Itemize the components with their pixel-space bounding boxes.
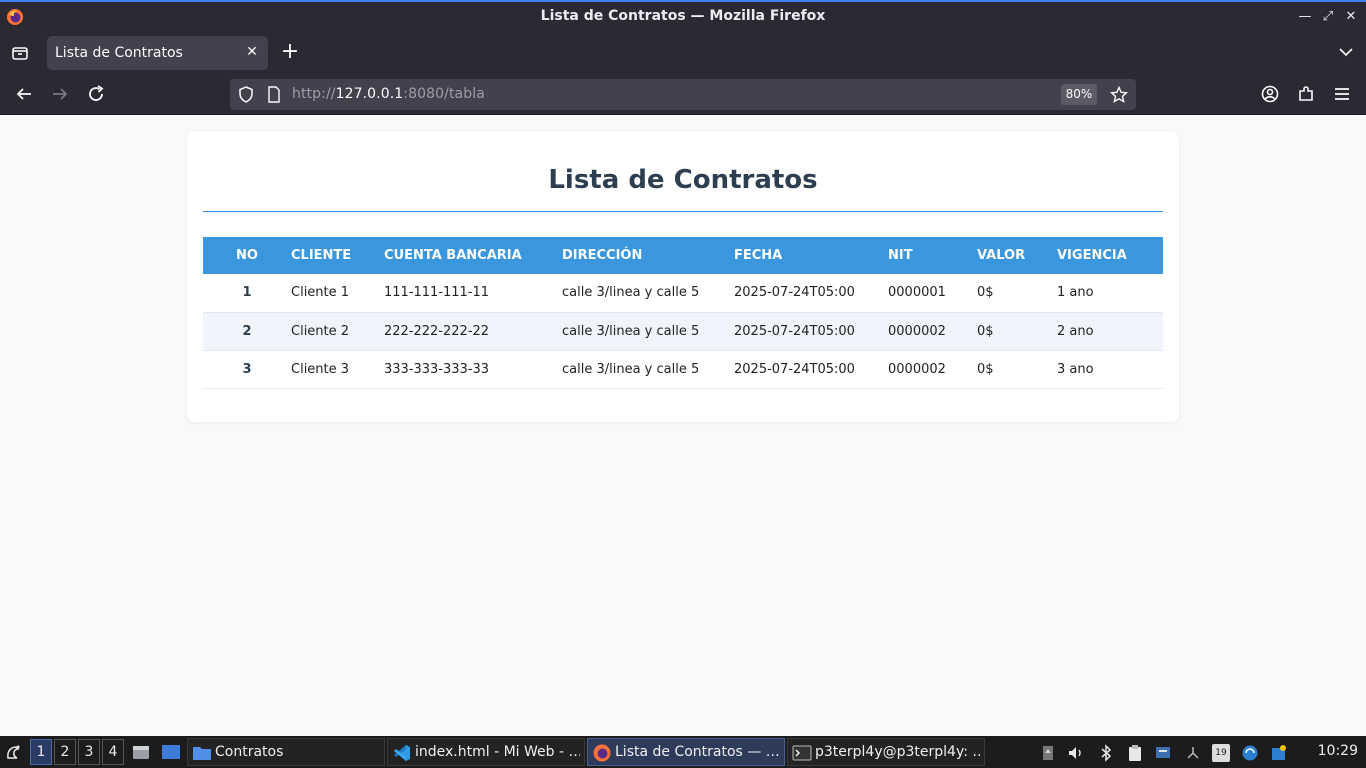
- column-header-valor: VALOR: [977, 248, 1026, 263]
- task-terminal[interactable]: p3terpl4y@p3terpl4y: …: [787, 738, 985, 766]
- cell-valor: 0$: [977, 361, 994, 377]
- cell-cuenta-bancaria: 333-333-333-33: [384, 361, 490, 377]
- cell-no: 1: [242, 285, 252, 301]
- cell-nit: 0000001: [888, 285, 946, 301]
- chevron-down-icon[interactable]: [1338, 44, 1354, 60]
- table-row: 3 Cliente 3 333-333-333-33 calle 3/linea…: [203, 350, 1163, 388]
- cell-direccion: calle 3/linea y calle 5: [562, 361, 700, 377]
- column-header-cuenta-bancaria: CUENTA BANCARIA: [384, 248, 522, 263]
- navigation-toolbar: http://127.0.0.1:8080/tabla 80%: [0, 74, 1366, 115]
- cell-nit: 0000002: [888, 361, 946, 377]
- firefox-view-icon[interactable]: [10, 43, 30, 63]
- table-header-row: NO CLIENTE CUENTA BANCARIA DIRECCIÓN FEC…: [203, 237, 1163, 274]
- file-manager-launcher-icon[interactable]: [131, 742, 151, 762]
- eject-icon[interactable]: [1039, 744, 1057, 762]
- column-header-vigencia: VIGENCIA: [1057, 248, 1127, 263]
- column-header-fecha: FECHA: [734, 248, 783, 263]
- cell-vigencia: 2 ano: [1057, 323, 1094, 339]
- url-text[interactable]: http://127.0.0.1:8080/tabla: [292, 86, 485, 102]
- column-header-direccion: DIRECCIÓN: [562, 248, 643, 263]
- forward-arrow-icon[interactable]: [50, 84, 70, 104]
- page-icon[interactable]: [267, 86, 281, 103]
- volume-icon[interactable]: [1067, 744, 1085, 762]
- desktop-icon[interactable]: [161, 742, 181, 762]
- back-arrow-icon[interactable]: [14, 84, 34, 104]
- calendar-icon[interactable]: 19: [1212, 744, 1230, 762]
- tab-lista-de-contratos[interactable]: Lista de Contratos ✕: [47, 36, 268, 70]
- column-header-cliente: CLIENTE: [291, 248, 352, 263]
- task-vscode[interactable]: index.html - Mi Web - …: [387, 738, 585, 766]
- title-divider: [203, 211, 1163, 212]
- cell-fecha: 2025-07-24T05:00: [734, 285, 855, 301]
- zoom-level-button[interactable]: 80%: [1061, 84, 1097, 105]
- cell-cliente: Cliente 3: [291, 361, 350, 377]
- workspace-4[interactable]: 4: [102, 739, 124, 765]
- updates-available-icon[interactable]: [1270, 744, 1288, 762]
- notification-icon[interactable]: [1154, 744, 1172, 762]
- task-label: p3terpl4y@p3terpl4y: …: [815, 744, 980, 760]
- update-icon[interactable]: [1241, 744, 1259, 762]
- cell-cliente: Cliente 1: [291, 285, 350, 301]
- firefox-icon: [593, 744, 611, 762]
- cell-cuenta-bancaria: 111-111-111-11: [384, 285, 490, 301]
- app-launcher-icon[interactable]: [4, 742, 24, 762]
- url-path: :8080/tabla: [403, 86, 485, 102]
- tab-strip: Lista de Contratos ✕ +: [0, 32, 1366, 74]
- window-title: Lista de Contratos — Mozilla Firefox: [540, 8, 826, 24]
- menu-hamburger-icon[interactable]: [1332, 84, 1352, 104]
- task-contratos[interactable]: Contratos: [187, 738, 385, 766]
- network-icon[interactable]: [1184, 744, 1202, 762]
- contracts-card: Lista de Contratos NO CLIENTE CUENTA BAN…: [187, 131, 1179, 422]
- cell-direccion: calle 3/linea y calle 5: [562, 285, 700, 301]
- task-label: index.html - Mi Web - …: [415, 744, 580, 760]
- reload-icon[interactable]: [86, 84, 106, 104]
- cell-direccion: calle 3/linea y calle 5: [562, 323, 700, 339]
- page-content: Lista de Contratos NO CLIENTE CUENTA BAN…: [0, 116, 1366, 736]
- cell-fecha: 2025-07-24T05:00: [734, 323, 855, 339]
- extensions-icon[interactable]: [1296, 84, 1316, 104]
- task-label: Contratos: [215, 744, 284, 760]
- task-firefox[interactable]: Lista de Contratos — …: [587, 738, 785, 766]
- account-icon[interactable]: [1260, 84, 1280, 104]
- cell-vigencia: 3 ano: [1057, 361, 1094, 377]
- bluetooth-icon[interactable]: [1097, 744, 1115, 762]
- cell-cuenta-bancaria: 222-222-222-22: [384, 323, 490, 339]
- cell-no: 3: [242, 361, 252, 377]
- tab-label: Lista de Contratos: [55, 45, 183, 61]
- url-host: 127.0.0.1: [335, 86, 404, 102]
- cell-nit: 0000002: [888, 323, 946, 339]
- vscode-icon: [394, 745, 410, 761]
- address-bar[interactable]: http://127.0.0.1:8080/tabla 80%: [230, 79, 1136, 110]
- new-tab-button[interactable]: +: [279, 41, 301, 63]
- workspace-2[interactable]: 2: [54, 739, 76, 765]
- close-window-icon[interactable]: ✕: [1343, 9, 1359, 25]
- minimize-icon[interactable]: —: [1297, 9, 1313, 25]
- table-row: 1 Cliente 1 111-111-111-11 calle 3/linea…: [203, 274, 1163, 312]
- page-title: Lista de Contratos: [548, 165, 818, 195]
- table-row: 2 Cliente 2 222-222-222-22 calle 3/linea…: [203, 312, 1163, 350]
- cell-vigencia: 1 ano: [1057, 285, 1094, 301]
- column-header-no: NO: [236, 248, 258, 263]
- cell-valor: 0$: [977, 323, 994, 339]
- url-scheme: http://: [292, 86, 336, 102]
- task-label: Lista de Contratos — …: [615, 744, 780, 760]
- clock[interactable]: 10:29: [1318, 743, 1358, 759]
- cell-valor: 0$: [977, 285, 994, 301]
- cell-cliente: Cliente 2: [291, 323, 350, 339]
- maximize-icon[interactable]: ⤢: [1320, 9, 1336, 25]
- column-header-nit: NIT: [888, 248, 913, 263]
- close-tab-icon[interactable]: ✕: [244, 44, 260, 60]
- system-taskbar: 1 2 3 4 Contratos index.html - Mi Web - …: [0, 736, 1366, 768]
- clipboard-icon[interactable]: [1126, 744, 1144, 762]
- folder-icon: [193, 747, 211, 760]
- cell-fecha: 2025-07-24T05:00: [734, 361, 855, 377]
- shield-icon[interactable]: [238, 86, 254, 103]
- workspace-1[interactable]: 1: [30, 739, 52, 765]
- bookmark-star-icon[interactable]: [1110, 86, 1128, 104]
- contracts-table: NO CLIENTE CUENTA BANCARIA DIRECCIÓN FEC…: [203, 237, 1163, 389]
- workspace-3[interactable]: 3: [78, 739, 100, 765]
- window-titlebar: Lista de Contratos — Mozilla Firefox — ⤢…: [0, 0, 1366, 32]
- cell-no: 2: [242, 323, 252, 339]
- terminal-icon: [792, 745, 812, 761]
